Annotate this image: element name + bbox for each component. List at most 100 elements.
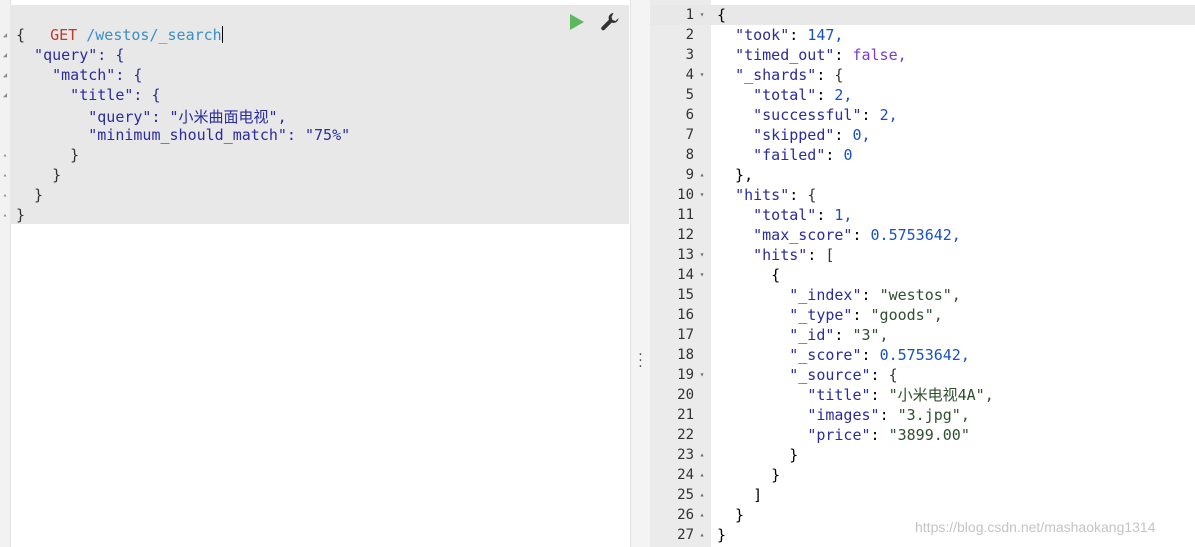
response-line[interactable]: 12 "max_score": 0.5753642, xyxy=(650,225,1195,245)
response-line[interactable]: 25 ▴ ] xyxy=(650,485,1195,505)
fold-toggle-icon[interactable]: ▾ xyxy=(697,265,707,285)
fold-end-icon: ▴ xyxy=(699,170,705,179)
response-line[interactable]: 18 "_score": 0.5753642, xyxy=(650,345,1195,365)
line-number: 21 xyxy=(677,407,694,423)
fold-toggle-icon[interactable]: ◢ xyxy=(0,65,10,85)
response-code: "total": 2, xyxy=(753,86,853,104)
response-line[interactable]: 5 "total": 2, xyxy=(650,85,1195,105)
fold-end-icon: ▴ xyxy=(2,191,8,199)
response-code: "skipped": 0, xyxy=(753,126,871,144)
response-line[interactable]: 8 "failed": 0 xyxy=(650,145,1195,165)
response-viewer[interactable]: 1 ▾{2 "took": 147, 3 "timed_out": false, 4 ▾… xyxy=(650,0,1195,547)
line-number: 23 xyxy=(677,447,694,463)
response-code: "hits": [ xyxy=(753,246,835,264)
response-line[interactable]: 22 "price": "3899.00" xyxy=(650,425,1195,445)
request-line[interactable]: GET /westos/_search xyxy=(14,5,223,44)
request-body-line[interactable]: } xyxy=(16,205,25,225)
line-number: 7 xyxy=(685,127,694,143)
fold-toggle-icon[interactable]: ▾ xyxy=(697,5,707,25)
response-code: "failed": 0 xyxy=(753,146,853,164)
line-number: 22 xyxy=(677,427,694,443)
line-number: 15 xyxy=(677,287,694,303)
line-number: 10 xyxy=(677,187,694,203)
request-editor[interactable]: ◢ ◢ ◢ ◢ ▴ ▴ ▴ ▴ GET /westos/_search { "q… xyxy=(0,0,630,547)
response-code: "images": "3.jpg", xyxy=(807,406,970,424)
fold-toggle-icon[interactable]: ▾ xyxy=(697,185,707,205)
line-number: 5 xyxy=(685,87,694,103)
response-code: { xyxy=(717,266,781,284)
response-code: } xyxy=(717,466,781,484)
response-code: }, xyxy=(717,166,754,184)
request-body-line[interactable]: } xyxy=(16,165,61,185)
fold-toggle-icon[interactable]: ▾ xyxy=(697,65,707,85)
line-number: 18 xyxy=(677,347,694,363)
request-body-line[interactable]: "minimum_should_match": "75%" xyxy=(16,125,350,145)
line-number: 14 xyxy=(677,267,694,283)
fold-end-icon: ▴ xyxy=(699,490,705,499)
response-line[interactable]: 19 ▾ "_source": { xyxy=(650,365,1195,385)
wrench-icon[interactable] xyxy=(599,11,621,33)
line-number: 3 xyxy=(685,47,694,63)
request-method: GET xyxy=(50,26,78,44)
response-line[interactable]: 16 "_type": "goods", xyxy=(650,305,1195,325)
play-icon[interactable] xyxy=(568,13,586,31)
fold-end-icon: ▴ xyxy=(699,510,705,519)
line-number: 4 xyxy=(685,67,694,83)
line-number: 20 xyxy=(677,387,694,403)
line-number: 1 xyxy=(685,7,694,23)
response-line[interactable]: 9 ▴ }, xyxy=(650,165,1195,185)
line-number: 17 xyxy=(677,327,694,343)
response-line[interactable]: 14 ▾ { xyxy=(650,265,1195,285)
response-line[interactable]: 1 ▾ { xyxy=(650,5,1195,25)
response-code: "_score": 0.5753642, xyxy=(789,346,970,364)
response-code: "_shards": { xyxy=(735,66,844,84)
fold-toggle-icon[interactable]: ◢ xyxy=(0,45,10,65)
response-line[interactable]: 7 "skipped": 0, xyxy=(650,125,1195,145)
response-line[interactable]: 17 "_id": "3", xyxy=(650,325,1195,345)
fold-toggle-icon[interactable]: ▾ xyxy=(697,245,707,265)
fold-end-icon: ▴ xyxy=(699,450,705,459)
response-line[interactable]: 2 "took": 147, xyxy=(650,25,1195,45)
response-line[interactable]: 15 "_index": "westos", xyxy=(650,285,1195,305)
response-line[interactable]: 4 ▾ "_shards": { xyxy=(650,65,1195,85)
response-code: "price": "3899.00" xyxy=(807,426,970,444)
response-line[interactable]: 21 "images": "3.jpg", xyxy=(650,405,1195,425)
response-line[interactable]: 11 "total": 1, xyxy=(650,205,1195,225)
response-code: } xyxy=(717,446,799,464)
response-code: ] xyxy=(717,486,763,504)
request-body-line[interactable]: } xyxy=(16,185,43,205)
response-line[interactable]: 6 "successful": 2, xyxy=(650,105,1195,125)
response-code: "hits": { xyxy=(735,186,817,204)
response-code: "_source": { xyxy=(789,366,898,384)
request-body-line[interactable]: "match": { xyxy=(16,65,142,85)
response-line[interactable]: 20 "title": "小米电视4A", xyxy=(650,385,1195,405)
request-body-line[interactable]: { xyxy=(16,25,25,45)
fold-toggle-icon[interactable]: ▾ xyxy=(697,365,707,385)
line-number: 13 xyxy=(677,247,694,263)
response-line[interactable]: 24 ▴ } xyxy=(650,465,1195,485)
request-body-line[interactable]: } xyxy=(16,145,79,165)
line-number: 16 xyxy=(677,307,694,323)
response-code: "total": 1, xyxy=(753,206,853,224)
response-line[interactable]: 10 ▾ "hits": { xyxy=(650,185,1195,205)
line-number: 19 xyxy=(677,367,694,383)
request-body-line[interactable]: "query": "小米曲面电视", xyxy=(16,107,286,127)
drag-handle-icon[interactable]: · · · xyxy=(631,348,650,374)
line-number: 9 xyxy=(685,167,694,183)
request-body-line[interactable]: "title": { xyxy=(16,85,160,105)
line-number: 8 xyxy=(685,147,694,163)
request-body-line[interactable]: "query": { xyxy=(16,45,124,65)
watermark: https://blog.csdn.net/mashaokang1314 xyxy=(915,519,1156,535)
fold-toggle-icon[interactable]: ◢ xyxy=(0,25,10,45)
response-line[interactable]: 23 ▴ } xyxy=(650,445,1195,465)
fold-toggle-icon[interactable]: ◢ xyxy=(0,85,10,105)
response-line[interactable]: 13 ▾ "hits": [ xyxy=(650,245,1195,265)
response-code: "max_score": 0.5753642, xyxy=(753,226,961,244)
response-code: "took": 147, xyxy=(735,26,844,44)
line-number: 26 xyxy=(677,507,694,523)
line-number: 27 xyxy=(677,527,694,543)
request-path: /westos/_search xyxy=(86,26,222,44)
fold-end-icon: ▴ xyxy=(699,470,705,479)
response-line[interactable]: 3 "timed_out": false, xyxy=(650,45,1195,65)
pane-divider[interactable]: · · · xyxy=(630,0,651,547)
